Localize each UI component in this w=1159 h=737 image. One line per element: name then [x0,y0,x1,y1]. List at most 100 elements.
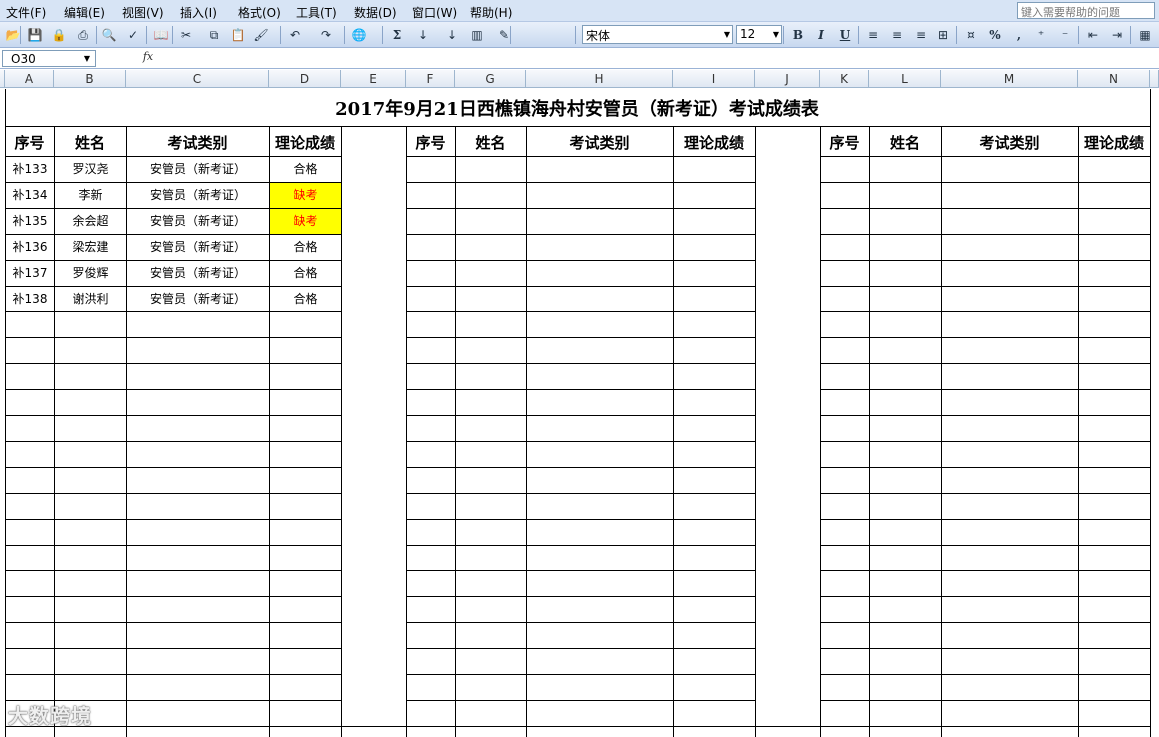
column-header-k[interactable]: K [820,70,869,88]
table-cell-name[interactable]: 梁宏建 [55,235,126,260]
align-left-icon[interactable]: ≡ [864,26,882,44]
sort-ascending-icon[interactable]: ↓ [414,26,432,44]
column-header-d[interactable]: D [269,70,341,88]
column-header-m[interactable]: M [941,70,1078,88]
table-cell-score[interactable]: 合格 [270,261,341,286]
table-cell-id[interactable]: 补137 [6,261,54,286]
undo-icon[interactable]: ↶ [286,26,304,44]
header-cell-seq[interactable]: 序号 [406,132,455,153]
menu-item-4[interactable]: 插入(I) [180,4,217,21]
table-cell-name[interactable]: 李新 [55,183,126,208]
column-header-c[interactable]: C [126,70,269,88]
increase-decimal-icon[interactable]: ⁺ [1032,26,1050,44]
menu-item-2[interactable]: 编辑(E) [64,4,105,21]
merge-center-icon[interactable]: ⊞ [934,26,952,44]
column-header-i[interactable]: I [673,70,755,88]
underline-icon[interactable]: U [836,26,854,44]
header-cell-score[interactable]: 理论成绩 [1078,132,1150,153]
copy-icon[interactable]: ⧉ [205,26,223,44]
insert-function-button[interactable]: fx [136,50,160,67]
spelling-icon[interactable]: ✓ [124,26,142,44]
header-cell-category[interactable]: 考试类别 [526,132,673,153]
header-cell-name[interactable]: 姓名 [455,132,526,153]
print-preview-icon[interactable]: 🔍 [100,26,118,44]
chevron-down-icon[interactable]: ▼ [724,30,730,39]
table-cell-id[interactable]: 补136 [6,235,54,260]
column-header-b[interactable]: B [54,70,126,88]
column-header-f[interactable]: F [406,70,455,88]
cut-icon[interactable]: ✂ [177,26,195,44]
bold-icon[interactable]: B [789,26,807,44]
table-cell-category[interactable]: 安管员（新考证） [127,157,269,182]
table-cell-score[interactable]: 缺考 [270,183,341,208]
column-header-a[interactable]: A [5,70,54,88]
table-cell-id[interactable]: 补138 [6,287,54,311]
menu-item-6[interactable]: 工具(T) [296,4,337,21]
column-header-n[interactable]: N [1078,70,1150,88]
header-cell-category[interactable]: 考试类别 [126,132,269,153]
header-cell-seq[interactable]: 序号 [820,132,869,153]
sheet-title[interactable]: 2017年9月21日西樵镇海舟村安管员（新考证）考试成绩表 [5,95,1149,121]
table-cell-category[interactable]: 安管员（新考证） [127,183,269,208]
print-icon[interactable]: ⎙ [74,26,92,44]
save-icon[interactable]: 💾 [26,26,44,44]
header-cell-name[interactable]: 姓名 [869,132,941,153]
column-header-l[interactable]: L [869,70,941,88]
column-header-g[interactable]: G [455,70,526,88]
chart-wizard-icon[interactable]: ▥ [468,26,486,44]
column-header-e[interactable]: E [341,70,406,88]
header-cell-seq[interactable]: 序号 [5,132,54,153]
menu-item-8[interactable]: 窗口(W) [412,4,457,21]
menu-item-3[interactable]: 视图(V) [122,4,164,21]
column-header-h[interactable]: H [526,70,673,88]
table-cell-name[interactable]: 罗俊辉 [55,261,126,286]
decrease-indent-icon[interactable]: ⇤ [1084,26,1102,44]
header-cell-score[interactable]: 理论成绩 [673,132,755,153]
table-cell-score[interactable]: 合格 [270,235,341,260]
paste-icon[interactable]: 📋 [229,26,247,44]
help-search-input[interactable]: 键入需要帮助的问题 [1017,2,1155,19]
chevron-down-icon[interactable]: ▼ [773,30,779,39]
increase-indent-icon[interactable]: ⇥ [1108,26,1126,44]
format-painter-icon[interactable]: 🖌 [252,26,270,44]
table-cell-name[interactable]: 罗汉尧 [55,157,126,182]
table-cell-id[interactable]: 补134 [6,183,54,208]
column-header-j[interactable]: J [755,70,820,88]
header-cell-category[interactable]: 考试类别 [941,132,1078,153]
menu-item-9[interactable]: 帮助(H) [470,4,512,21]
table-cell-score[interactable]: 合格 [270,287,341,311]
table-cell-name[interactable]: 谢洪利 [55,287,126,311]
table-cell-id[interactable]: 补135 [6,209,54,234]
borders-icon[interactable]: ▦ [1136,26,1154,44]
sort-descending-icon[interactable]: ↓ [443,26,461,44]
decrease-decimal-icon[interactable]: ⁻ [1056,26,1074,44]
percent-icon[interactable]: % [986,26,1004,44]
permission-icon[interactable]: 🔒 [50,26,68,44]
hyperlink-icon[interactable]: 🌐 [350,26,368,44]
autosum-icon[interactable]: Σ [388,26,406,44]
table-cell-category[interactable]: 安管员（新考证） [127,235,269,260]
header-cell-name[interactable]: 姓名 [54,132,126,153]
table-cell-score[interactable]: 缺考 [270,209,341,234]
font-name-select[interactable]: 宋体 ▼ [582,25,733,44]
table-cell-id[interactable]: 补133 [6,157,54,182]
table-cell-category[interactable]: 安管员（新考证） [127,261,269,286]
table-cell-category[interactable]: 安管员（新考证） [127,287,269,311]
worksheet[interactable]: 2017年9月21日西樵镇海舟村安管员（新考证）考试成绩表 序号 姓名 考试类别 理论… [0,89,1159,737]
center-icon[interactable]: ≡ [888,26,906,44]
currency-icon[interactable]: ¤ [962,26,980,44]
italic-icon[interactable]: I [812,26,830,44]
table-cell-name[interactable]: 余会超 [55,209,126,234]
menu-item-1[interactable]: 文件(F) [6,4,46,21]
research-icon[interactable]: 📖 [152,26,170,44]
menu-item-7[interactable]: 数据(D) [354,4,397,21]
chevron-down-icon[interactable]: ▼ [84,54,90,63]
name-box[interactable]: O30 ▼ [2,50,96,67]
align-right-icon[interactable]: ≡ [912,26,930,44]
table-cell-category[interactable]: 安管员（新考证） [127,209,269,234]
menu-item-5[interactable]: 格式(O) [238,4,281,21]
redo-icon[interactable]: ↷ [317,26,335,44]
table-cell-score[interactable]: 合格 [270,157,341,182]
header-cell-score[interactable]: 理论成绩 [269,132,341,153]
font-size-select[interactable]: 12 ▼ [736,25,782,44]
